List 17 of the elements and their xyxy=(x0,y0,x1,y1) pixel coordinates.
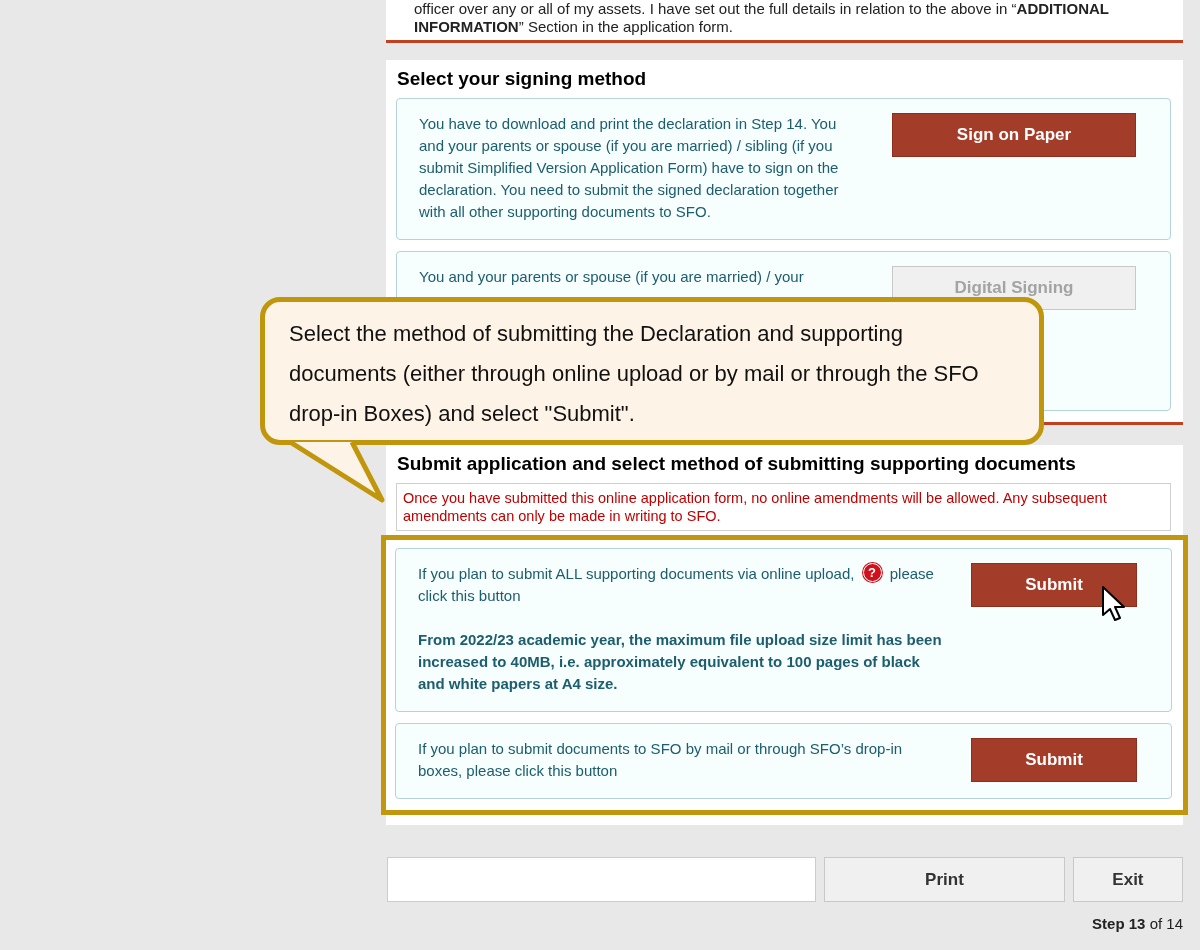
section-title: Select your signing method xyxy=(397,68,647,90)
upload-limit-note: From 2022/23 academic year, the maximum file upload size limit has been increased to 40MB, i.e. approximately equivalent to 100 pages of black and white papers at A4 size. xyxy=(418,630,943,694)
option-description: You have to download and print the declaration in Step 14. You and your parents or spouse (if you are married) / sibling (if you submit Simplified Version Application Form) have to sign on the declaration. You need to submit the signed declaration together with all other supporting documents to SFO. xyxy=(419,114,840,222)
option-description: If you plan to submit documents to SFO by mail or through SFO’s drop-in boxes, please click this button xyxy=(418,739,904,781)
help-icon[interactable]: ? xyxy=(862,563,882,582)
footer-button[interactable]: Exit xyxy=(1072,857,1183,902)
footer-button[interactable]: Print xyxy=(824,857,1065,902)
cursor-icon xyxy=(1101,585,1127,623)
declaration-text: officer over any or all of my assets. I have set out the full details in relation to the above in “ADDITIONAL INFORMATION” Section in the application form. xyxy=(414,0,1109,35)
submit-button[interactable]: Sign on Paper xyxy=(892,113,1136,157)
submit-button[interactable]: Submit xyxy=(971,738,1137,782)
section-title: Submit application and select method of submitting supporting documents xyxy=(397,453,1076,475)
option-description: If you plan to submit ALL supporting documents via online upload, ? please click this button xyxy=(418,563,935,606)
submit-button[interactable]: Submit xyxy=(971,563,1137,607)
option-description: You and your parents or spouse (if you are married) / your xyxy=(419,267,805,287)
step-indicator: Step 13 of 14 xyxy=(1092,915,1183,932)
warning-notice: Once you have submitted this online application form, no online amendments will be allowed. Any subsequent amendments can only be made in writing to SFO. xyxy=(396,483,1171,531)
